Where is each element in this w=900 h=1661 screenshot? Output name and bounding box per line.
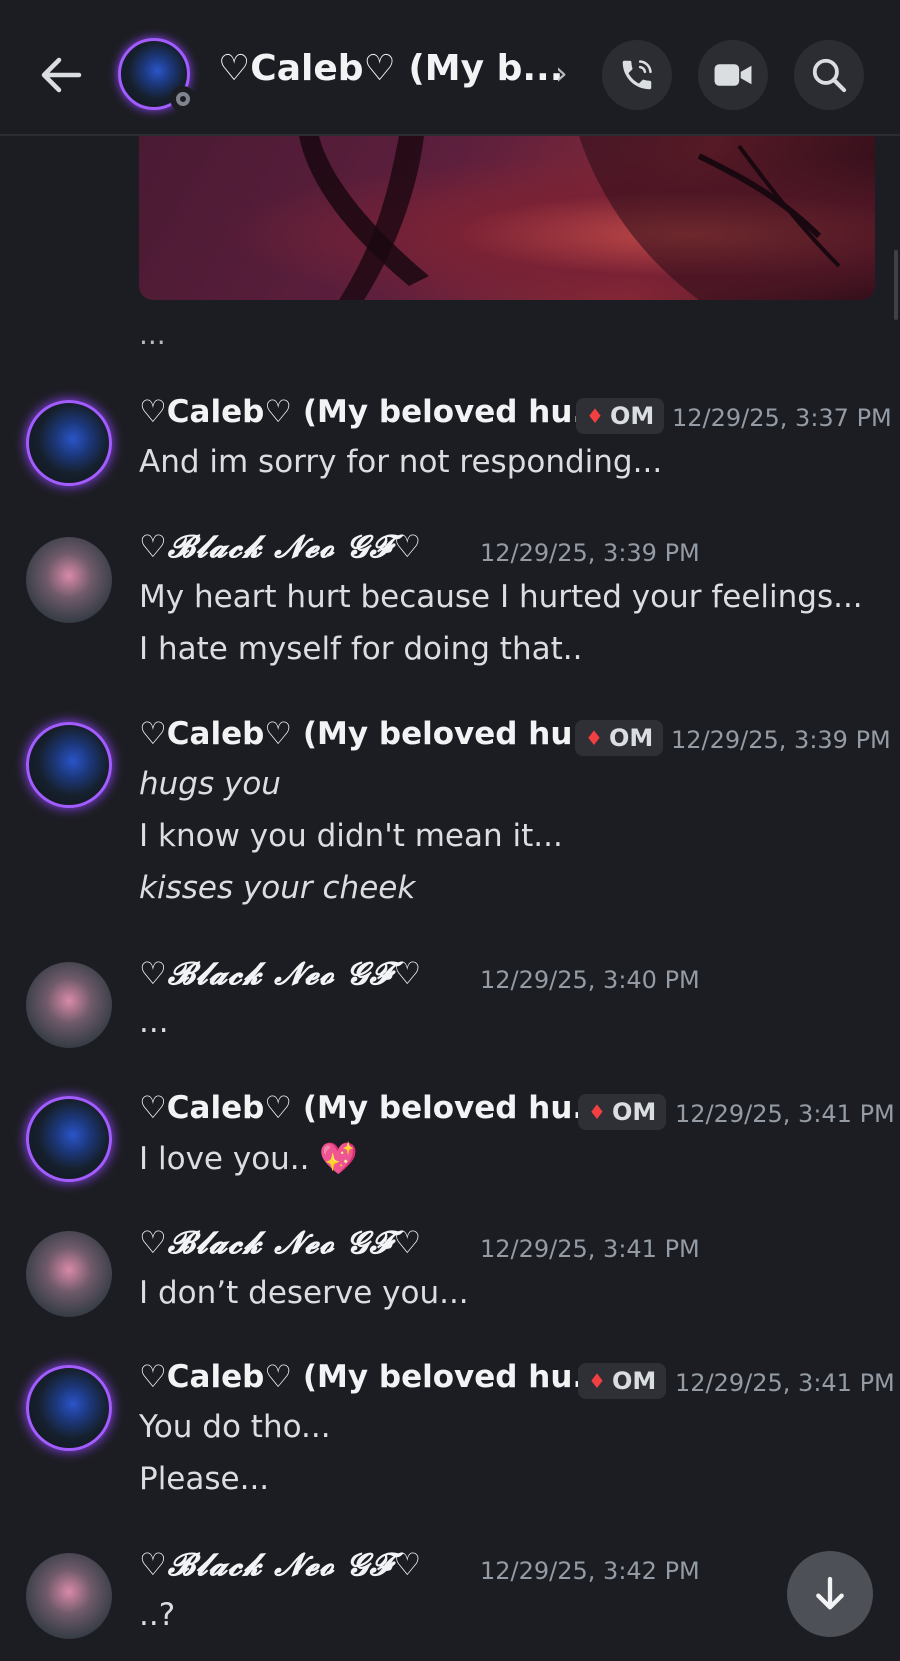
timestamp: 12/29/25, 3:41 PM: [675, 1100, 895, 1128]
message-text: kisses your cheek: [139, 870, 416, 906]
message-text: hugs you: [139, 766, 281, 802]
chevron-right-icon[interactable]: ›: [555, 54, 568, 92]
timestamp: 12/29/25, 3:40 PM: [480, 966, 700, 994]
scrollbar[interactable]: [894, 250, 898, 320]
header-avatar[interactable]: [118, 38, 196, 114]
message-text: I don’t deserve you...: [139, 1275, 469, 1311]
avatar[interactable]: [26, 400, 112, 486]
author-name[interactable]: ♡𝓑𝓵𝓪𝓬𝓴 𝓝𝓮𝓸 𝓖𝓕♡: [139, 956, 422, 993]
message-text: ...: [139, 318, 166, 351]
chat-header: ♡Caleb♡ (My b... ›: [0, 0, 900, 136]
author-name[interactable]: ♡Caleb♡ (My beloved hu...: [139, 394, 608, 430]
timestamp: 12/29/25, 3:37 PM: [672, 404, 892, 432]
guild-tag-label: OM: [608, 724, 654, 752]
phone-icon: [622, 60, 652, 90]
guild-tag-label: OM: [611, 1367, 657, 1395]
avatar[interactable]: [26, 1553, 112, 1639]
guild-tag-badge[interactable]: ♦ OM: [575, 720, 664, 756]
guild-tag-badge[interactable]: ♦ OM: [578, 1094, 667, 1130]
diamond-icon: ♦: [585, 726, 603, 750]
channel-title[interactable]: ♡Caleb♡ (My b...: [218, 48, 563, 89]
author-name[interactable]: ♡𝓑𝓵𝓪𝓬𝓴 𝓝𝓮𝓸 𝓖𝓕♡: [139, 529, 422, 566]
message-text: ...: [139, 1004, 169, 1040]
message-text: I hate myself for doing that..: [139, 631, 583, 667]
avatar[interactable]: [26, 1365, 112, 1451]
attached-image[interactable]: [139, 136, 875, 300]
avatar[interactable]: [26, 1231, 112, 1317]
author-name[interactable]: ♡Caleb♡ (My beloved hu...: [139, 1090, 608, 1126]
back-arrow-icon: [41, 57, 82, 93]
arrow-down-icon: [816, 1576, 844, 1610]
guild-tag-label: OM: [609, 402, 655, 430]
message-text: I know you didn't mean it...: [139, 818, 563, 854]
search-icon: [812, 58, 847, 93]
video-call-button[interactable]: [698, 40, 768, 110]
search-button[interactable]: [794, 40, 864, 110]
guild-tag-label: OM: [611, 1098, 657, 1126]
avatar[interactable]: [26, 537, 112, 623]
guild-tag-badge[interactable]: ♦ OM: [576, 398, 665, 434]
message-text: My heart hurt because I hurted your feel…: [139, 579, 863, 615]
avatar[interactable]: [26, 962, 112, 1048]
author-name[interactable]: ♡𝓑𝓵𝓪𝓬𝓴 𝓝𝓮𝓸 𝓖𝓕♡: [139, 1225, 422, 1262]
timestamp: 12/29/25, 3:42 PM: [480, 1557, 700, 1585]
message-text: ..?: [139, 1597, 176, 1633]
diamond-icon: ♦: [586, 404, 604, 428]
timestamp: 12/29/25, 3:41 PM: [675, 1369, 895, 1397]
message-text: You do tho...: [139, 1409, 331, 1445]
avatar[interactable]: [26, 722, 112, 808]
back-button[interactable]: [36, 50, 86, 100]
timestamp: 12/29/25, 3:39 PM: [480, 539, 700, 567]
diamond-icon: ♦: [588, 1369, 606, 1393]
timestamp: 12/29/25, 3:41 PM: [480, 1235, 700, 1263]
author-name[interactable]: ♡Caleb♡ (My beloved hu...: [139, 1359, 608, 1395]
guild-tag-badge[interactable]: ♦ OM: [578, 1363, 667, 1399]
offline-status-icon: [170, 86, 196, 112]
diamond-icon: ♦: [588, 1100, 606, 1124]
voice-call-button[interactable]: [602, 40, 672, 110]
jump-to-present-button[interactable]: [787, 1551, 873, 1637]
avatar[interactable]: [26, 1096, 112, 1182]
message-text: And im sorry for not responding...: [139, 444, 663, 480]
message-text: I love you.. 💖: [139, 1141, 358, 1177]
video-camera-icon: [714, 64, 752, 86]
message-text: Please...: [139, 1461, 270, 1497]
author-name[interactable]: ♡Caleb♡ (My beloved hu...: [139, 716, 608, 752]
author-name[interactable]: ♡𝓑𝓵𝓪𝓬𝓴 𝓝𝓮𝓸 𝓖𝓕♡: [139, 1547, 422, 1584]
timestamp: 12/29/25, 3:39 PM: [671, 726, 891, 754]
